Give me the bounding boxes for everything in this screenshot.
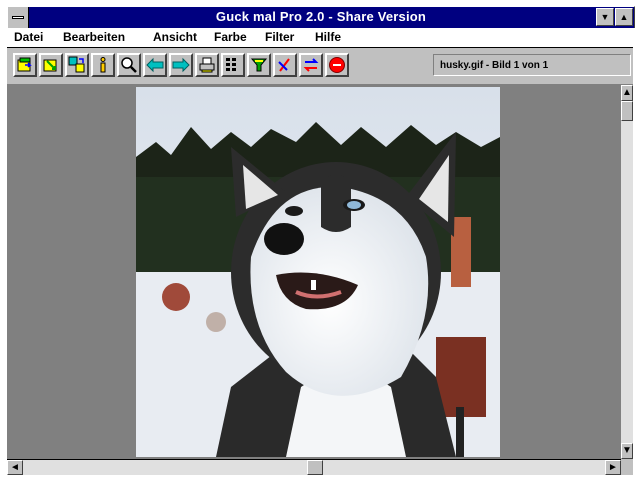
zoom-icon <box>121 57 137 73</box>
toolbar: husky.gif - Bild 1 von 1 <box>7 48 633 85</box>
filter-icon <box>250 58 268 72</box>
refresh-button[interactable] <box>299 53 323 77</box>
thumbnails-button[interactable] <box>221 53 245 77</box>
window-title: Guck mal Pro 2.0 - Share Version <box>215 9 427 24</box>
vertical-scrollbar[interactable]: ▲ ▼ <box>621 85 633 459</box>
menu-hilfe[interactable]: Hilfe <box>315 30 341 44</box>
scrollbar-corner <box>621 459 633 475</box>
husky-image <box>136 87 500 457</box>
stop-icon <box>329 57 345 73</box>
open-next-button[interactable] <box>39 53 63 77</box>
previous-icon <box>146 57 164 73</box>
image-viewport <box>7 85 621 459</box>
open-button[interactable] <box>13 53 37 77</box>
next-icon <box>172 57 190 73</box>
menu-ansicht[interactable]: Ansicht <box>153 30 197 44</box>
horizontal-scroll-thumb[interactable] <box>307 460 323 475</box>
menu-filter[interactable]: Filter <box>265 30 294 44</box>
menu-datei[interactable]: Datei <box>14 30 43 44</box>
info-icon <box>100 57 106 73</box>
minimize-button[interactable]: ▼ <box>596 8 614 26</box>
filter-button[interactable] <box>247 53 271 77</box>
open-next-icon <box>43 59 57 72</box>
thumbnails-icon <box>226 58 236 71</box>
menu-bar: Datei Bearbeiten Ansicht Farbe Filter Hi… <box>7 28 633 48</box>
previous-button[interactable] <box>143 53 167 77</box>
application-window: Guck mal Pro 2.0 - Share Version ▼ ▲ Dat… <box>0 0 639 482</box>
menu-bearbeiten[interactable]: Bearbeiten <box>63 30 125 44</box>
convert-button[interactable] <box>65 53 89 77</box>
stop-button[interactable] <box>325 53 349 77</box>
scroll-right-button[interactable]: ► <box>605 460 621 475</box>
open-icon <box>17 57 32 72</box>
menu-farbe[interactable]: Farbe <box>214 30 247 44</box>
refresh-icon <box>303 58 319 72</box>
scroll-up-button[interactable]: ▲ <box>621 85 633 101</box>
image-status-field: husky.gif - Bild 1 von 1 <box>433 54 631 76</box>
zoom-button[interactable] <box>117 53 141 77</box>
info-button[interactable] <box>91 53 115 77</box>
crop-icon <box>278 58 290 72</box>
maximize-button[interactable]: ▲ <box>615 8 633 26</box>
print-icon <box>199 57 215 73</box>
title-bar[interactable]: Guck mal Pro 2.0 - Share Version ▼ ▲ <box>7 6 635 28</box>
convert-icon <box>68 56 85 73</box>
crop-button[interactable] <box>273 53 297 77</box>
horizontal-scrollbar[interactable]: ◄ ► <box>7 459 621 475</box>
scroll-left-button[interactable]: ◄ <box>7 460 23 475</box>
print-button[interactable] <box>195 53 219 77</box>
vertical-scroll-thumb[interactable] <box>621 101 633 121</box>
next-button[interactable] <box>169 53 193 77</box>
scroll-down-button[interactable]: ▼ <box>621 443 633 459</box>
